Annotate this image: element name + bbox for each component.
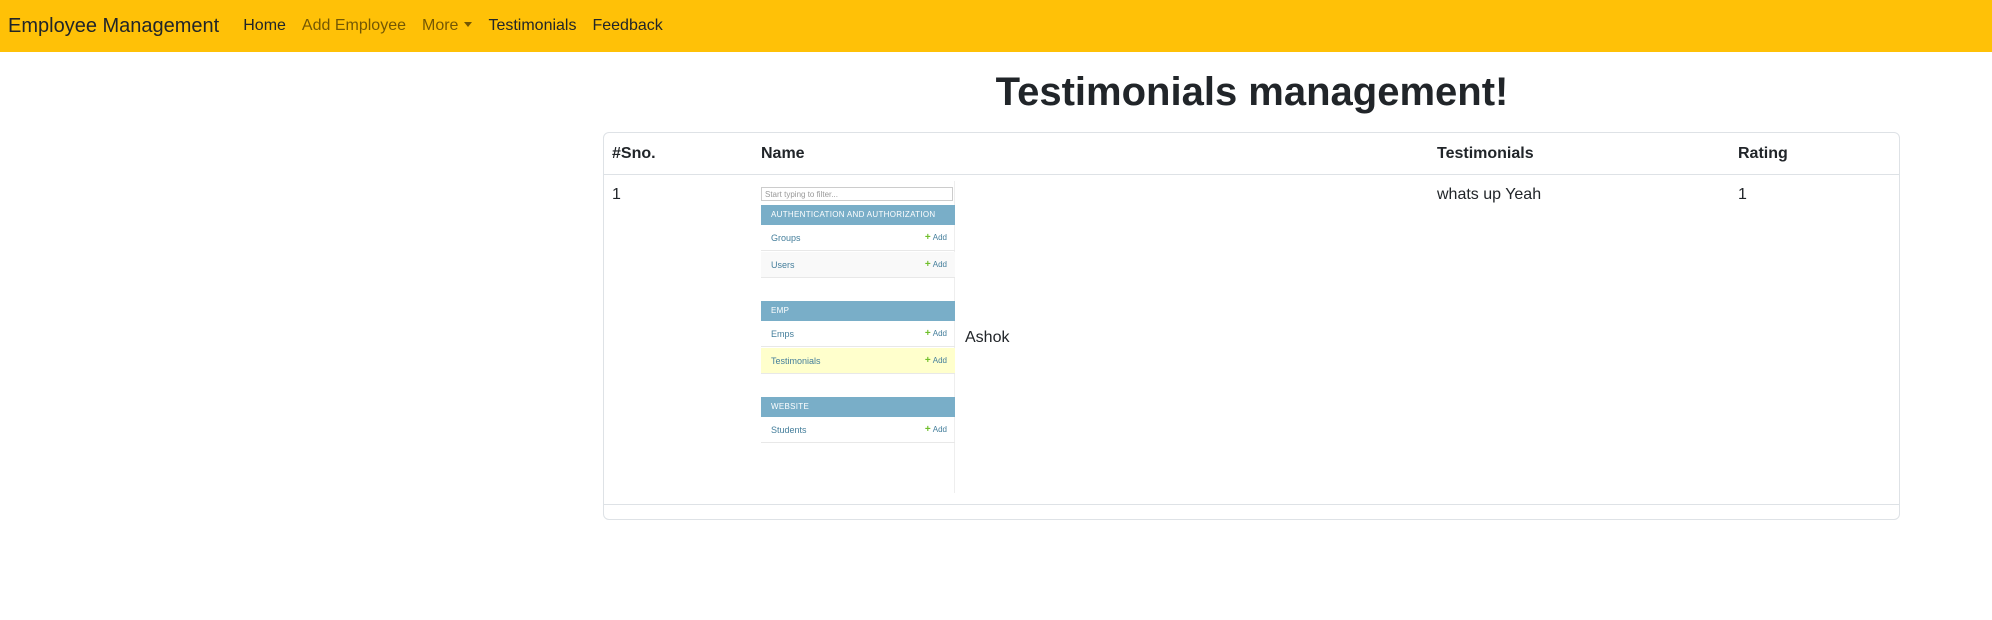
add-label: Add [932, 425, 947, 434]
module-item-label: Testimonials [771, 356, 821, 366]
page-title: Testimonials management! [995, 70, 1509, 114]
add-link: + Add [925, 348, 947, 374]
nav-link-testimonials[interactable]: Testimonials [488, 17, 576, 35]
plus-icon: + [924, 355, 931, 366]
table-divider [604, 504, 1899, 505]
module-header-website: WEBSITE [761, 397, 955, 417]
add-label: Add [932, 233, 947, 242]
plus-icon: + [924, 259, 931, 270]
nav-link-add-employee[interactable]: Add Employee [302, 17, 406, 35]
plus-icon: + [924, 424, 931, 435]
column-header-rating: Rating [1738, 145, 1788, 162]
add-link: + Add [925, 225, 947, 251]
cell-sno: 1 [612, 186, 621, 203]
nav-link-home[interactable]: Home [243, 17, 286, 35]
module-item-label: Users [771, 260, 795, 270]
plus-icon: + [924, 232, 931, 243]
cell-testimonial: whats up Yeah [1437, 186, 1542, 203]
navbar-brand[interactable]: Employee Management [8, 15, 219, 38]
column-header-sno: #Sno. [612, 145, 656, 162]
module-item-students: Students + Add [761, 417, 955, 443]
add-link: + Add [925, 321, 947, 347]
nav-dropdown-more[interactable]: More [421, 17, 473, 35]
nav-link-feedback[interactable]: Feedback [592, 17, 662, 35]
module-header-emp: EMP [761, 301, 955, 321]
add-label: Add [932, 260, 947, 269]
module-item-label: Students [771, 425, 807, 435]
nav-dropdown-more-label: More [421, 17, 459, 34]
module-item-label: Emps [771, 329, 795, 339]
table-header-row: #Sno. Name Testimonials Rating [604, 133, 1899, 175]
filter-input-image: Start typing to filter... [761, 187, 953, 201]
add-label: Add [932, 329, 947, 338]
name-cell-image: Start typing to filter... AUTHENTICATION… [761, 181, 955, 493]
module-item-groups: Groups + Add [761, 225, 955, 251]
module-item-label: Groups [771, 233, 801, 243]
column-header-name: Name [761, 145, 805, 162]
module-item-testimonials: Testimonials + Add [761, 348, 955, 374]
module-item-emps: Emps + Add [761, 321, 955, 347]
column-header-testimonials: Testimonials [1437, 145, 1534, 162]
dropdown-caret-icon [464, 22, 473, 27]
module-header-auth: AUTHENTICATION AND AUTHORIZATION [761, 205, 955, 225]
add-label: Add [932, 356, 947, 365]
add-link: + Add [925, 417, 947, 443]
navbar: Employee Management Home Add Employee Mo… [0, 0, 1992, 52]
cell-name: Ashok [965, 329, 1010, 346]
cell-rating: 1 [1738, 186, 1747, 203]
plus-icon: + [924, 328, 931, 339]
add-link: + Add [925, 252, 947, 278]
module-item-users: Users + Add [761, 252, 955, 278]
testimonials-table: #Sno. Name Testimonials Rating 1 Start t… [603, 132, 1900, 520]
